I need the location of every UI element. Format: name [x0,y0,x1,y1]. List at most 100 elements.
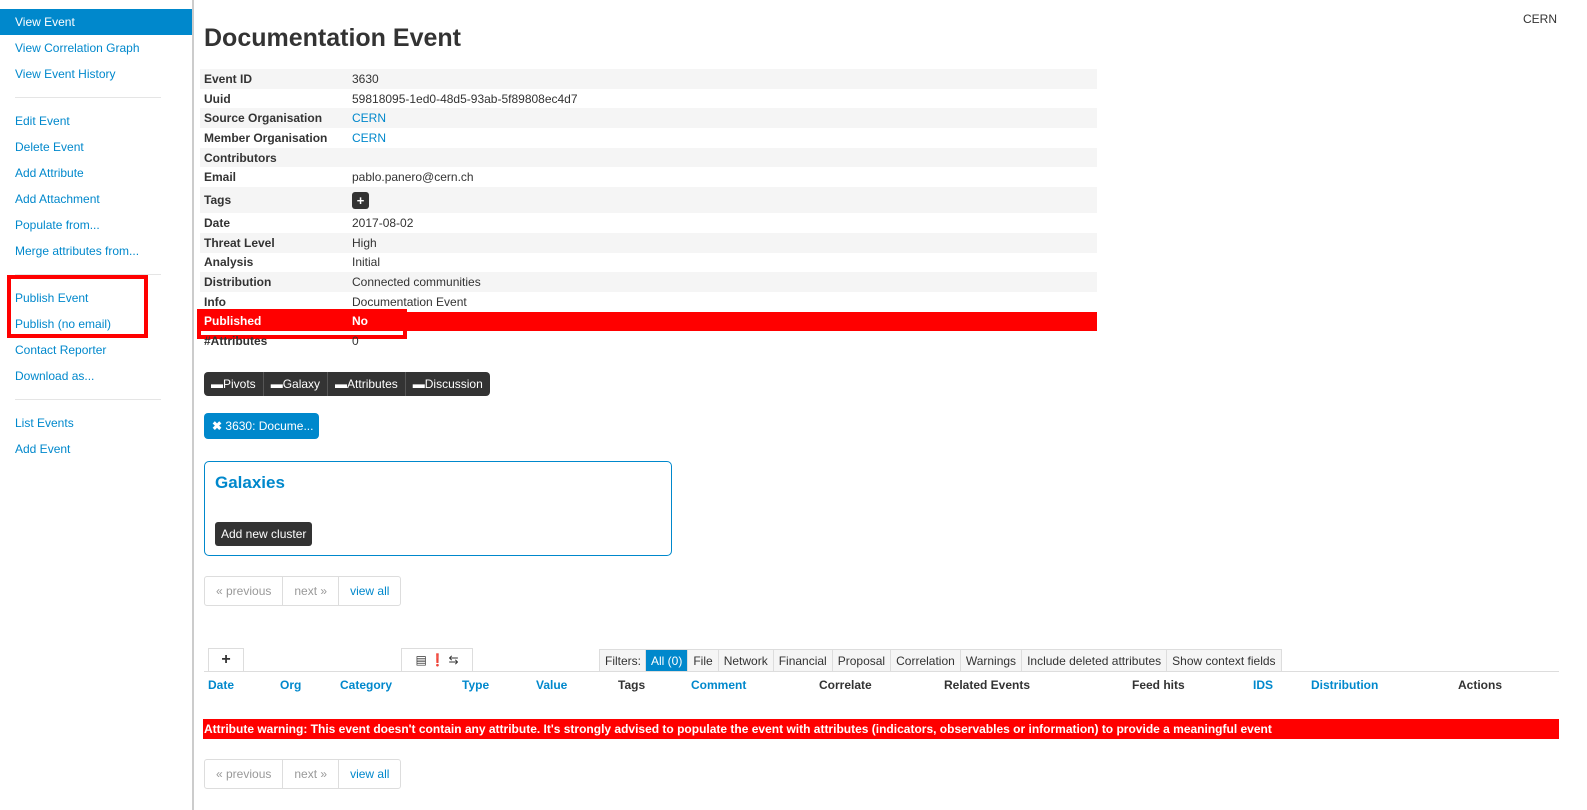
sidebar-item-add-event[interactable]: Add Event [0,436,192,462]
next-page-button[interactable]: next » [283,577,340,605]
column-header-category[interactable]: Category [340,678,392,692]
detail-label: Event ID [200,69,348,89]
detail-label: #Attributes [204,334,268,349]
detail-row-attributes-count: #Attributes 0 [200,331,1097,351]
detail-label: Date [204,215,231,230]
column-header-date[interactable]: Date [208,678,234,692]
attribute-warning-banner: Attribute warning: This event doesn't co… [203,719,1559,739]
sidebar-item-delete-event[interactable]: Delete Event [0,134,192,160]
detail-row-member-org: Member Organisation CERN [200,128,1097,148]
detail-value: 59818095-1ed0-48d5-93ab-5f89808ec4d7 [352,91,578,106]
sidebar-item-view-correlation-graph[interactable]: View Correlation Graph [0,35,192,61]
detail-row-info: Info Documentation Event [200,292,1097,312]
column-header-actions: Actions [1458,678,1503,692]
attribute-filters: Filters: All (0) File Network Financial … [599,649,1282,673]
published-status: No [348,311,1097,332]
filter-proposal[interactable]: Proposal [833,650,892,673]
toggle-pivots[interactable]: ▬Pivots [204,372,264,396]
pivot-button[interactable]: ✖ 3630: Docume... [204,413,319,439]
detail-label: Threat Level [200,232,348,253]
filter-include-deleted[interactable]: Include deleted attributes [1022,650,1168,673]
detail-row-threat-level: Threat Level High [200,232,1097,253]
next-page-button[interactable]: next » [283,760,340,788]
sidebar-item-publish-no-email[interactable]: Publish (no email) [0,311,192,337]
column-header-distribution[interactable]: Distribution [1311,678,1378,692]
view-all-button[interactable]: view all [339,577,400,605]
detail-row-event-id: Event ID 3630 [200,69,1097,89]
detail-row-date: Date 2017-08-02 [200,213,1097,233]
pagination-top: « previous next » view all [204,576,402,606]
detail-value: Initial [352,255,381,270]
detail-label: Member Organisation [204,130,328,145]
pivot-label: 3630: Docume... [225,419,314,433]
detail-row-published: Published No [200,311,1097,332]
add-attribute-tab[interactable]: + [208,648,244,672]
detail-label: Distribution [200,272,348,292]
detail-label: Source Organisation [200,108,348,129]
detail-value: Connected communities [348,272,1097,292]
shuffle-icon[interactable]: ⇆ [448,653,458,667]
list-icon[interactable]: ▤ [415,653,426,667]
sidebar: View Event View Correlation Graph View E… [0,0,194,810]
column-header-comment[interactable]: Comment [691,678,746,692]
filter-financial[interactable]: Financial [774,650,833,673]
detail-row-analysis: Analysis Initial [200,253,1097,273]
sidebar-item-contact-reporter[interactable]: Contact Reporter [0,337,192,363]
detail-row-uuid: Uuid 59818095-1ed0-48d5-93ab-5f89808ec4d7 [200,89,1097,109]
toggle-attributes[interactable]: ▬Attributes [328,372,406,396]
add-tag-button[interactable]: + [352,191,369,209]
detail-label: Info [204,294,226,309]
detail-label: Contributors [200,147,348,168]
detail-value: 2017-08-02 [352,215,414,230]
source-org-link[interactable]: CERN [352,111,386,125]
column-header-tags: Tags [618,678,646,692]
filters-label: Filters: [600,650,646,673]
toggle-galaxy[interactable]: ▬Galaxy [264,372,329,396]
column-header-value[interactable]: Value [536,678,567,692]
toggle-discussion[interactable]: ▬Discussion [406,372,490,396]
column-header-correlate: Correlate [819,678,872,692]
toggle-pivots-label: Pivots [223,377,256,391]
detail-label: Tags [200,187,348,214]
filter-correlation[interactable]: Correlation [891,650,961,673]
detail-value: 3630 [348,69,1097,89]
sidebar-divider [15,274,161,275]
detail-row-tags: Tags + [200,187,1097,214]
sidebar-divider [15,97,161,98]
detail-row-source-org: Source Organisation CERN [200,108,1097,129]
previous-page-button[interactable]: « previous [205,760,284,788]
filter-show-context[interactable]: Show context fields [1167,650,1280,673]
warning-icon[interactable]: ❗ [430,653,445,667]
filter-network[interactable]: Network [719,650,774,673]
close-icon[interactable]: ✖ [212,419,222,433]
detail-label: Email [204,170,237,185]
sidebar-item-populate-from[interactable]: Populate from... [0,212,192,238]
detail-label: Analysis [204,255,254,270]
previous-page-button[interactable]: « previous [205,577,284,605]
filter-all[interactable]: All (0) [646,650,689,673]
galaxies-title: Galaxies [215,473,285,492]
column-header-type[interactable]: Type [462,678,489,692]
sidebar-item-view-event[interactable]: View Event [0,9,192,35]
sidebar-item-add-attachment[interactable]: Add Attachment [0,186,192,212]
sidebar-item-merge-attributes[interactable]: Merge attributes from... [0,238,192,264]
detail-label: Uuid [204,91,231,106]
sidebar-item-publish-event[interactable]: Publish Event [0,285,192,311]
view-all-button[interactable]: view all [339,760,400,788]
sidebar-item-download-as[interactable]: Download as... [0,363,192,389]
member-org-link[interactable]: CERN [352,131,386,145]
add-cluster-button[interactable]: Add new cluster [215,522,313,546]
column-header-org[interactable]: Org [280,678,301,692]
sidebar-item-view-event-history[interactable]: View Event History [0,61,192,87]
detail-value: High [348,232,1097,253]
filter-warnings[interactable]: Warnings [961,650,1023,673]
attribute-table-header: Date Org Category Type Value Tags Commen… [204,672,1559,700]
sidebar-item-add-attribute[interactable]: Add Attribute [0,160,192,186]
filter-file[interactable]: File [688,650,719,673]
column-header-ids[interactable]: IDS [1253,678,1273,692]
toggle-attributes-label: Attributes [347,377,398,391]
detail-value: Documentation Event [352,294,467,309]
sidebar-item-edit-event[interactable]: Edit Event [0,108,192,134]
sidebar-item-list-events[interactable]: List Events [0,410,192,436]
event-details-table: Event ID 3630 Uuid 59818095-1ed0-48d5-93ab… [200,69,1097,351]
